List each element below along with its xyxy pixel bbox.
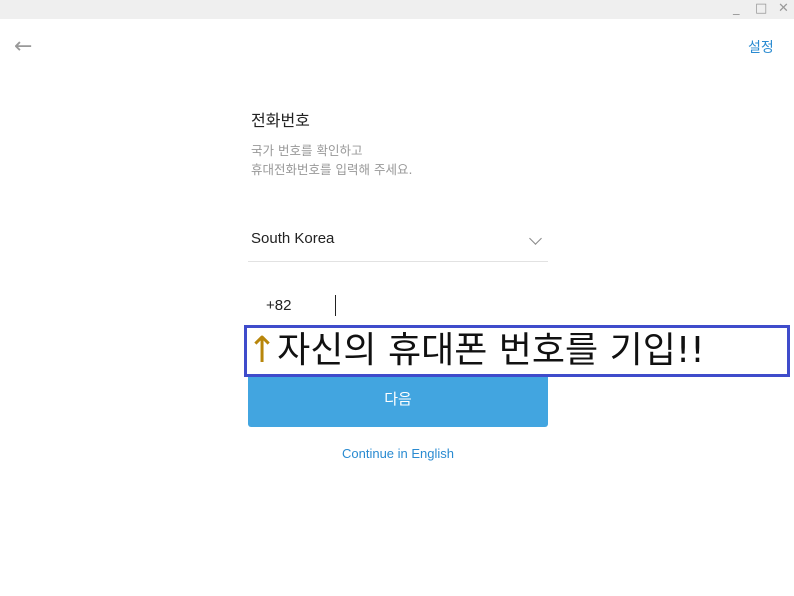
settings-link[interactable]: 설정 <box>748 37 774 57</box>
page-title: 전화번호 <box>251 111 310 130</box>
arrow-up-icon: ↑ <box>247 330 278 371</box>
continue-in-english-link[interactable]: Continue in English <box>248 446 548 461</box>
next-button[interactable]: 다음 <box>248 372 548 427</box>
title-bar: _ □ ✕ <box>0 0 794 19</box>
maximize-button[interactable]: □ <box>755 1 767 16</box>
close-button[interactable]: ✕ <box>778 1 789 16</box>
phone-number-input[interactable] <box>335 295 336 316</box>
country-value: South Korea <box>251 230 335 247</box>
minimize-button[interactable]: _ <box>733 1 740 16</box>
description-line: 국가 번호를 확인하고 <box>251 143 363 158</box>
back-arrow-icon[interactable]: ← <box>14 34 32 59</box>
country-code-input[interactable]: +82 <box>266 297 291 314</box>
chevron-down-icon <box>529 232 542 245</box>
description: 국가 번호를 확인하고 휴대전화번호를 입력해 주세요. <box>251 141 412 179</box>
annotation-text: 자신의 휴대폰 번호를 기입!! <box>277 330 705 371</box>
country-select[interactable]: South Korea <box>248 222 548 262</box>
annotation-box: ↑자신의 휴대폰 번호를 기입!! <box>244 325 790 377</box>
description-line: 휴대전화번호를 입력해 주세요. <box>251 162 413 177</box>
